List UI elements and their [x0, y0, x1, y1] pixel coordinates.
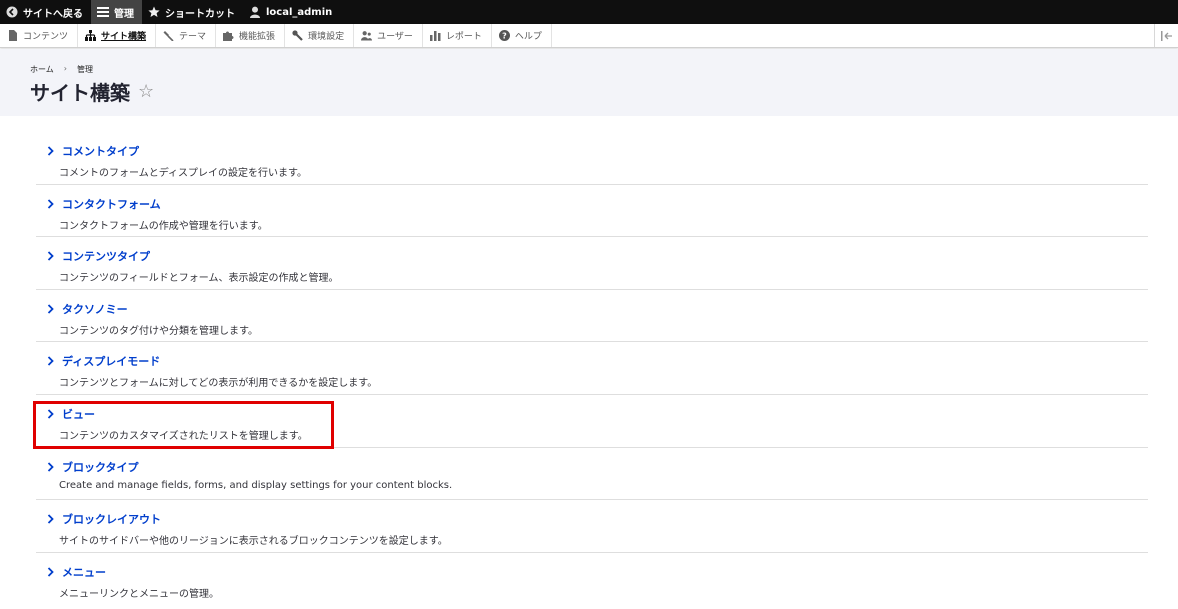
- breadcrumb-home-link[interactable]: ホーム: [30, 64, 54, 75]
- tray-item-label: ユーザー: [377, 32, 413, 42]
- list-item: コメントタイプ コメントのフォームとディスプレイの設定を行います。: [36, 132, 1148, 185]
- tray-item-label: 環境設定: [308, 32, 345, 42]
- admin-item-link[interactable]: ブロックレイアウト: [46, 511, 161, 527]
- admin-item-link[interactable]: コメントタイプ: [46, 143, 139, 159]
- admin-item-title: ブロックタイプ: [62, 460, 139, 474]
- list-item: ディスプレイモード コンテンツとフォームに対してどの表示が利用できるかを設定しま…: [36, 342, 1148, 395]
- admin-item-title: ディスプレイモード: [62, 355, 161, 369]
- chevron-right-icon: [46, 251, 55, 261]
- admin-list: コメントタイプ コメントのフォームとディスプレイの設定を行います。 コンタクトフ…: [36, 132, 1148, 605]
- back-to-site-link[interactable]: サイトへ戻る: [0, 0, 91, 24]
- breadcrumb-separator: ›: [63, 64, 67, 73]
- tray-item-content[interactable]: コンテンツ: [0, 24, 79, 47]
- admin-toolbar: サイトへ戻る 管理 ショートカット local_admin: [0, 0, 1178, 24]
- chevron-right-icon: [46, 198, 55, 209]
- collapse-arrow-icon: [1160, 26, 1173, 45]
- admin-item-description: コンタクトフォームの作成や管理を行います。: [59, 220, 268, 232]
- chevron-right-icon: [46, 356, 55, 367]
- page-title-text: サイト構築: [30, 81, 130, 105]
- tray-item-label: 機能拡張: [239, 32, 276, 42]
- people-icon: [361, 30, 373, 41]
- highlight-box: [33, 401, 334, 449]
- arrow-left-circle-icon: [6, 6, 18, 18]
- tray-item-label: サイト構築: [101, 32, 147, 42]
- paintbrush-icon: [163, 30, 174, 41]
- bar-chart-icon: [429, 30, 441, 41]
- back-to-site-label: サイトへ戻る: [23, 8, 83, 20]
- list-item: メニュー メニューリンクとメニューの管理。: [36, 553, 1148, 606]
- chevron-right-icon: [46, 461, 55, 472]
- breadcrumb-manage-link[interactable]: 管理: [77, 64, 93, 75]
- tray-item-config[interactable]: 環境設定: [285, 24, 355, 47]
- tray-orientation-toggle[interactable]: [1154, 24, 1178, 47]
- file-icon: [7, 30, 18, 41]
- admin-item-link[interactable]: ブロックタイプ: [46, 459, 139, 475]
- tray-item-reports[interactable]: レポート: [423, 24, 492, 47]
- admin-item-link[interactable]: メニュー: [46, 564, 106, 580]
- admin-item-title: コンタクトフォーム: [62, 197, 161, 211]
- list-item: コンテンツタイプ コンテンツのフィールドとフォーム、表示設定の作成と管理。: [36, 237, 1148, 290]
- menu-icon: [97, 6, 109, 18]
- admin-item-description: メニューリンクとメニューの管理。: [59, 588, 219, 600]
- admin-item-description: Create and manage fields, forms, and dis…: [59, 479, 453, 491]
- tray-item-appearance[interactable]: テーマ: [156, 24, 217, 47]
- tray-item-extend[interactable]: 機能拡張: [216, 24, 286, 47]
- list-item: ブロックレイアウト サイトのサイドバーや他のリージョンに表示されるブロックコンテ…: [36, 500, 1148, 553]
- tray-item-label: テーマ: [179, 32, 207, 42]
- admin-item-title: メニュー: [62, 565, 106, 579]
- add-shortcut-star-icon[interactable]: ☆: [138, 81, 154, 102]
- admin-item-description: コンテンツのタグ付けや分類を管理します。: [59, 325, 258, 337]
- page-title: サイト構築 ☆: [30, 77, 154, 106]
- admin-item-title: コメントタイプ: [62, 145, 139, 158]
- admin-item-description: コンテンツのフィールドとフォーム、表示設定の作成と管理。: [59, 273, 339, 285]
- svg-text:?: ?: [502, 32, 507, 41]
- list-item: タクソノミー コンテンツのタグ付けや分類を管理します。: [36, 290, 1148, 343]
- admin-item-title: コンテンツタイプ: [62, 250, 150, 264]
- user-icon: [249, 6, 261, 18]
- list-item: ブロックタイプ Create and manage fields, forms,…: [36, 448, 1148, 501]
- user-tab[interactable]: local_admin: [243, 0, 340, 24]
- admin-item-link[interactable]: タクソノミー: [46, 301, 128, 317]
- puzzle-icon: [223, 30, 234, 41]
- tray-item-label: コンテンツ: [23, 32, 69, 42]
- user-label: local_admin: [266, 6, 333, 18]
- breadcrumb: ホーム › 管理: [30, 64, 93, 75]
- chevron-right-icon: [46, 514, 55, 524]
- list-item: コンタクトフォーム コンタクトフォームの作成や管理を行います。: [36, 185, 1148, 238]
- page-header: ホーム › 管理 サイト構築 ☆: [0, 49, 1178, 116]
- admin-item-description: コンテンツとフォームに対してどの表示が利用できるかを設定します。: [59, 378, 378, 390]
- admin-tray: コンテンツ サイト構築 テーマ 機能拡張 環境設定 ユーザー レポート ? ヘル…: [0, 24, 1178, 48]
- admin-item-link[interactable]: コンテンツタイプ: [46, 248, 150, 264]
- tray-item-label: レポート: [445, 32, 482, 42]
- shortcuts-label: ショートカット: [165, 8, 235, 20]
- chevron-right-icon: [46, 304, 55, 314]
- shortcuts-tab[interactable]: ショートカット: [142, 0, 243, 24]
- admin-item-title: ブロックレイアウト: [62, 513, 161, 527]
- tray-item-structure[interactable]: サイト構築: [78, 24, 157, 47]
- admin-item-description: サイトのサイドバーや他のリージョンに表示されるブロックコンテンツを設定します。: [59, 536, 448, 548]
- admin-item-description: コメントのフォームとディスプレイの設定を行います。: [59, 168, 307, 179]
- sitemap-icon: [85, 30, 97, 41]
- chevron-right-icon: [46, 567, 55, 577]
- star-icon: [148, 6, 160, 18]
- help-icon: ?: [498, 30, 510, 41]
- manage-label: 管理: [114, 8, 134, 20]
- tray-item-label: ヘルプ: [514, 32, 542, 42]
- admin-item-link[interactable]: コンタクトフォーム: [46, 196, 161, 212]
- manage-tab[interactable]: 管理: [91, 0, 142, 24]
- chevron-right-icon: [46, 146, 55, 156]
- admin-item-title: タクソノミー: [62, 302, 128, 316]
- tray-item-help[interactable]: ? ヘルプ: [492, 24, 552, 47]
- wrench-icon: [292, 30, 303, 41]
- admin-item-link[interactable]: ディスプレイモード: [46, 353, 160, 369]
- tray-item-people[interactable]: ユーザー: [354, 24, 423, 47]
